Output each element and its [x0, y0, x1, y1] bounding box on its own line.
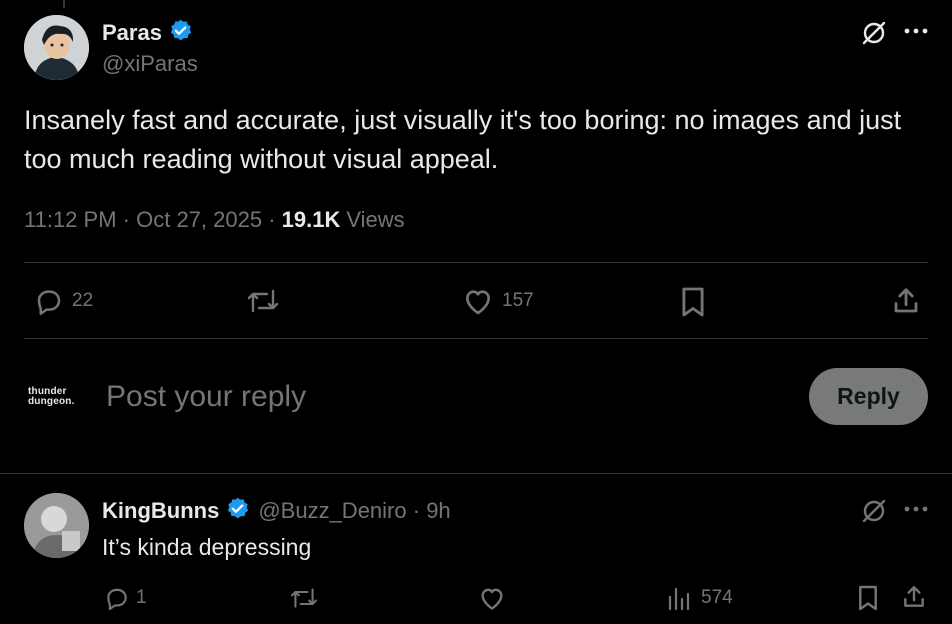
like-count: 157: [502, 290, 534, 311]
composer-avatar: thunder dungeon.: [28, 387, 88, 407]
meta-separator: ·: [262, 207, 282, 232]
reply-reply-count: 1: [136, 587, 147, 608]
more-icon[interactable]: [903, 504, 929, 514]
grok-icon[interactable]: [860, 497, 888, 525]
verified-badge-icon: [168, 18, 193, 48]
reply-count: 22: [72, 290, 94, 311]
reply-author-avatar[interactable]: [24, 493, 89, 558]
views-count: 19.1K: [281, 207, 341, 232]
reply-text: It’s kinda depressing: [102, 534, 312, 560]
analytics-icon: [667, 585, 691, 611]
reply-action[interactable]: 22: [34, 286, 93, 316]
reply-button[interactable]: Reply: [809, 368, 928, 425]
grok-icon[interactable]: [860, 19, 888, 47]
bookmark-icon[interactable]: [857, 584, 879, 612]
reply-author-name[interactable]: KingBunns: [102, 498, 219, 524]
tweet-time[interactable]: 11:12 PM: [24, 207, 117, 233]
thread-line: [63, 0, 65, 8]
like-icon: [462, 286, 494, 316]
tweet-meta: 11:12 PM · Oct 27, 2025 · 19.1K Views: [24, 207, 405, 233]
reply-icon: [34, 286, 64, 316]
author-name[interactable]: Paras: [102, 20, 162, 46]
meta-separator: ·: [406, 498, 427, 523]
like-icon[interactable]: [478, 585, 506, 611]
bookmark-icon[interactable]: [680, 286, 706, 318]
retweet-icon[interactable]: [246, 287, 280, 315]
author-avatar[interactable]: [24, 15, 89, 80]
verified-badge-icon: [225, 496, 250, 526]
reply-author-handle[interactable]: @Buzz_Deniro: [258, 498, 406, 524]
author-handle[interactable]: @xiParas: [102, 51, 198, 77]
reply-author-row: KingBunns @Buzz_Deniro · 9h: [102, 496, 451, 526]
composer-avatar-line2: dungeon.: [28, 396, 75, 407]
views-label: Views: [346, 207, 405, 232]
divider: [24, 262, 928, 263]
author-name-row: Paras: [102, 18, 193, 48]
more-icon[interactable]: [903, 26, 929, 36]
reply-time[interactable]: 9h: [426, 498, 450, 524]
reply-input[interactable]: Post your reply: [106, 378, 306, 416]
share-icon[interactable]: [901, 584, 927, 610]
share-icon[interactable]: [891, 286, 921, 316]
divider: [0, 473, 952, 474]
reply-views-count: 574: [701, 587, 733, 608]
retweet-icon[interactable]: [289, 586, 319, 610]
meta-separator: ·: [116, 207, 137, 232]
tweet-text: Insanely fast and accurate, just visuall…: [24, 105, 902, 174]
divider: [24, 338, 928, 339]
reply-icon: [104, 585, 130, 611]
tweet-date[interactable]: Oct 27, 2025: [136, 207, 262, 233]
like-action[interactable]: 157: [462, 286, 534, 316]
reply-reply-action[interactable]: 1: [104, 585, 147, 611]
views-action[interactable]: 574: [667, 585, 733, 611]
